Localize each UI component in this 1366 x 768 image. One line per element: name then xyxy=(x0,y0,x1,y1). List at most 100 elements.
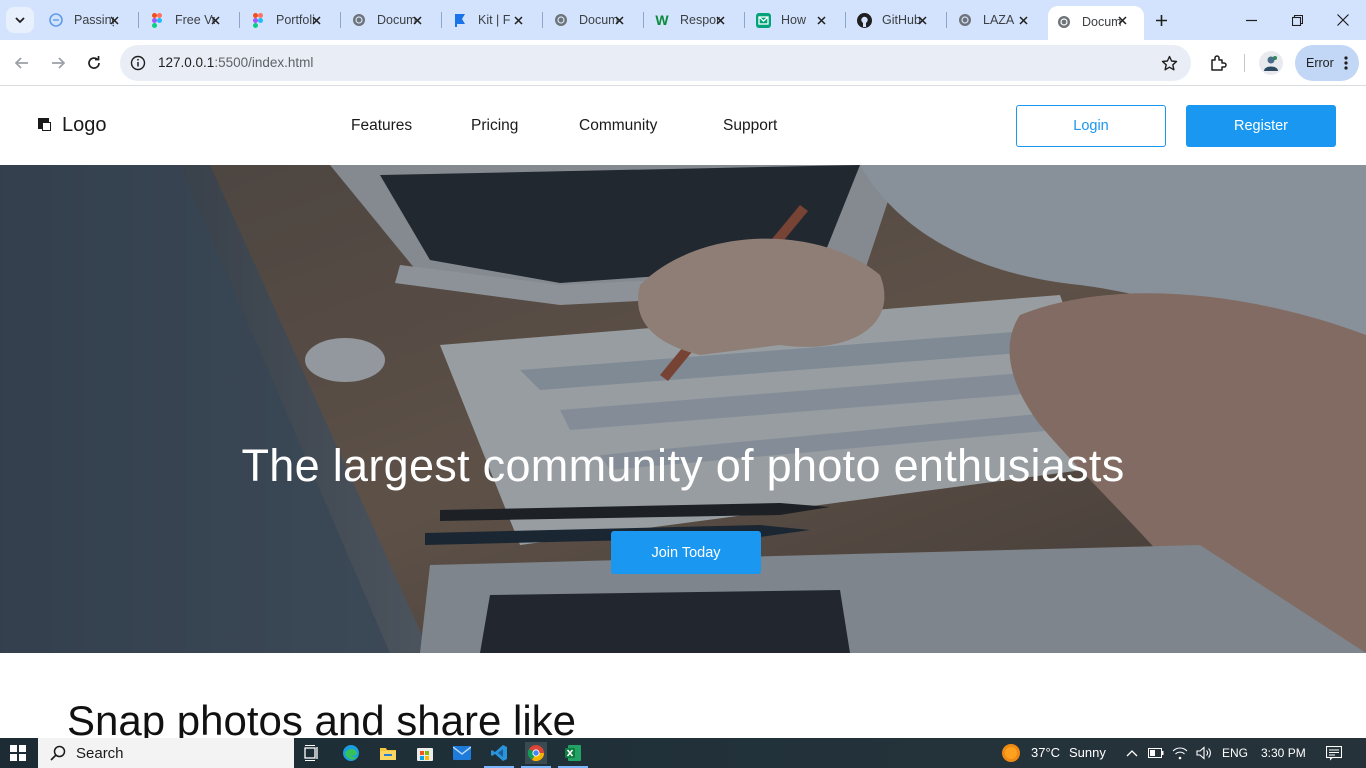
close-icon[interactable] xyxy=(914,12,930,28)
mail-icon xyxy=(755,12,771,28)
close-window-button[interactable] xyxy=(1333,10,1353,30)
profile-avatar[interactable] xyxy=(1259,51,1283,75)
nav-link-features[interactable]: Features xyxy=(351,117,412,135)
browser-tab-3[interactable]: Portfolio xyxy=(242,8,338,32)
site-navbar: Logo Features Pricing Community Support … xyxy=(0,87,1366,165)
mail-app-icon[interactable] xyxy=(451,742,473,764)
hero-section: The largest community of photo enthusias… xyxy=(0,165,1366,653)
excel-icon[interactable] xyxy=(558,742,588,768)
toolbar-separator xyxy=(1244,54,1245,72)
browser-tab-8[interactable]: How xyxy=(747,8,843,32)
nav-link-support[interactable]: Support xyxy=(723,117,777,135)
notification-icon[interactable] xyxy=(1323,742,1345,764)
error-label: Error xyxy=(1306,56,1334,70)
plus-icon xyxy=(1155,14,1167,26)
address-bar[interactable]: 127.0.0.1:5500/index.html xyxy=(120,45,1191,81)
weather-sun-icon[interactable] xyxy=(1000,742,1022,764)
browser-tab-5[interactable]: Kit | F xyxy=(444,8,540,32)
profile-error-button[interactable]: Error xyxy=(1295,45,1359,81)
close-icon[interactable] xyxy=(611,12,627,28)
task-view-icon[interactable] xyxy=(301,742,323,764)
language-indicator[interactable]: ENG xyxy=(1222,746,1248,760)
vscode-icon[interactable] xyxy=(484,742,514,768)
windows-start-icon[interactable] xyxy=(10,745,26,761)
join-today-button[interactable]: Join Today xyxy=(611,531,761,574)
globe-icon xyxy=(351,12,367,28)
close-icon[interactable] xyxy=(1015,12,1031,28)
tab-separator xyxy=(239,12,240,28)
browser-tab-7[interactable]: W Responsive xyxy=(646,8,742,32)
browser-tab-2[interactable]: Free Vector xyxy=(141,8,237,32)
tab-separator xyxy=(744,12,745,28)
forward-button[interactable] xyxy=(47,52,69,74)
volume-icon[interactable] xyxy=(1193,742,1215,764)
extensions-button[interactable] xyxy=(1207,52,1229,74)
browser-tab-1[interactable]: Passing xyxy=(40,8,136,32)
browser-tab-6[interactable]: Document xyxy=(545,8,641,32)
tab-separator xyxy=(441,12,442,28)
edge-browser-icon[interactable] xyxy=(340,742,362,764)
arrow-left-icon xyxy=(14,57,28,69)
close-icon[interactable] xyxy=(207,12,223,28)
globe-icon xyxy=(48,12,64,28)
chrome-icon[interactable] xyxy=(521,742,551,768)
chevron-down-icon xyxy=(15,17,25,24)
taskbar-search-box[interactable]: Search xyxy=(38,738,294,768)
tab-separator xyxy=(340,12,341,28)
reload-button[interactable] xyxy=(83,52,105,74)
browser-tab-4[interactable]: Document xyxy=(343,8,439,32)
globe-icon xyxy=(1056,14,1072,30)
login-button[interactable]: Login xyxy=(1016,105,1166,147)
wifi-icon[interactable] xyxy=(1169,742,1191,764)
minimize-button[interactable] xyxy=(1241,10,1261,30)
url-path: :5500/index.html xyxy=(214,55,314,70)
url-text[interactable]: 127.0.0.1:5500/index.html xyxy=(158,55,313,70)
figma-icon xyxy=(149,12,165,28)
windows-taskbar: Search 37°C Sunny ENG 3:30 PM xyxy=(0,738,1366,768)
weather-condition[interactable]: Sunny xyxy=(1069,745,1106,760)
tab-separator xyxy=(138,12,139,28)
clock-time[interactable]: 3:30 PM xyxy=(1261,746,1306,760)
site-logo[interactable]: Logo xyxy=(38,114,107,137)
reload-icon xyxy=(88,56,100,69)
tab-separator xyxy=(643,12,644,28)
arrow-right-icon xyxy=(52,57,66,69)
bookmark-star-icon[interactable] xyxy=(1159,53,1179,73)
site-info-icon[interactable] xyxy=(128,53,148,73)
register-button[interactable]: Register xyxy=(1186,105,1336,147)
weather-temperature[interactable]: 37°C xyxy=(1031,745,1060,760)
tab-separator xyxy=(946,12,947,28)
close-icon[interactable] xyxy=(712,12,728,28)
tab-separator xyxy=(542,12,543,28)
puzzle-icon xyxy=(1211,55,1227,71)
back-button[interactable] xyxy=(11,52,33,74)
minimize-icon xyxy=(1245,19,1257,21)
microsoft-store-icon[interactable] xyxy=(414,742,436,764)
nav-link-community[interactable]: Community xyxy=(579,117,657,135)
close-icon[interactable] xyxy=(409,12,425,28)
browser-tab-strip: Passing Free Vector Portfolio Document K… xyxy=(0,0,1366,40)
restore-button[interactable] xyxy=(1287,10,1307,30)
avatar-icon xyxy=(1264,56,1278,71)
browser-tab-10[interactable]: LAZA xyxy=(949,8,1045,32)
browser-toolbar: 127.0.0.1:5500/index.html Error xyxy=(0,40,1366,86)
file-explorer-icon[interactable] xyxy=(377,742,399,764)
tab-search-button[interactable] xyxy=(6,7,34,33)
close-icon[interactable] xyxy=(510,12,526,28)
browser-tab-9[interactable]: GitHub xyxy=(848,8,944,32)
chevron-up-icon[interactable] xyxy=(1121,742,1143,764)
close-icon[interactable] xyxy=(106,12,122,28)
close-icon[interactable] xyxy=(308,12,324,28)
nav-link-pricing[interactable]: Pricing xyxy=(471,117,518,135)
close-icon[interactable] xyxy=(1114,12,1130,28)
close-icon[interactable] xyxy=(813,12,829,28)
url-host: 127.0.0.1 xyxy=(158,55,215,70)
logo-icon xyxy=(38,117,54,134)
close-icon xyxy=(1337,14,1349,26)
browser-tab-active[interactable]: Document xyxy=(1048,6,1144,40)
search-icon xyxy=(50,745,66,761)
github-icon xyxy=(856,12,872,28)
battery-icon[interactable] xyxy=(1145,742,1167,764)
hero-title: The largest community of photo enthusias… xyxy=(241,440,1125,491)
new-tab-button[interactable] xyxy=(1151,10,1171,30)
